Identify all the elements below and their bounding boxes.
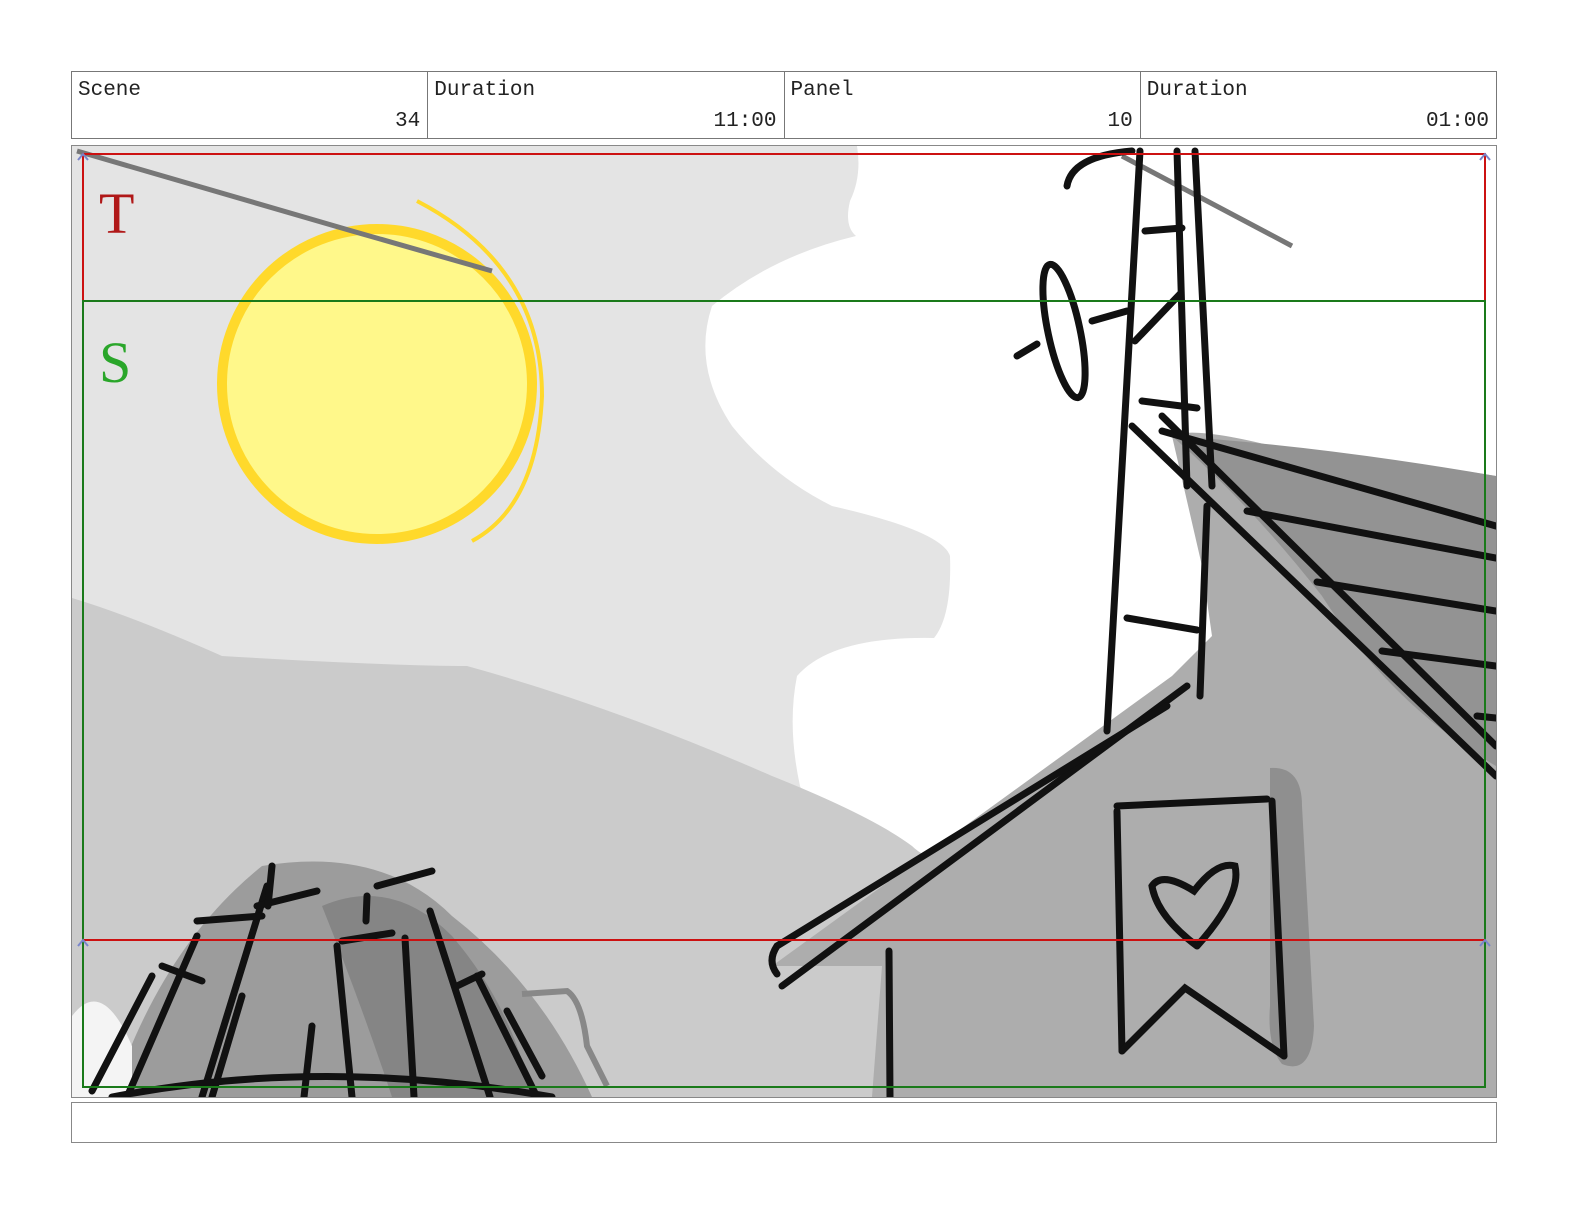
scene-value[interactable]: 34 [395, 110, 420, 133]
panel-value[interactable]: 10 [1108, 110, 1133, 133]
panel-duration-value[interactable]: 01:00 [1426, 110, 1489, 133]
scene-duration-label: Duration [434, 79, 536, 102]
scene-cell: Scene 34 [72, 72, 429, 138]
panel-label: Panel [790, 79, 854, 102]
storyboard-sketch [72, 146, 1496, 1097]
panel-duration-label: Duration [1146, 79, 1248, 102]
title-safe-letter: T [99, 181, 135, 246]
action-safe-letter: S [99, 330, 132, 395]
scene-label: Scene [78, 79, 142, 102]
scene-duration-cell: Duration 11:00 [428, 72, 785, 138]
panel-duration-cell: Duration 01:00 [1141, 72, 1496, 138]
scene-duration-value[interactable]: 11:00 [713, 110, 776, 133]
panel-notes-field[interactable] [71, 1102, 1497, 1143]
storyboard-panel-frame[interactable]: T S [71, 145, 1497, 1098]
panel-header: Scene 34 Duration 11:00 Panel 10 Duratio… [71, 71, 1497, 139]
panel-cell: Panel 10 [785, 72, 1141, 138]
